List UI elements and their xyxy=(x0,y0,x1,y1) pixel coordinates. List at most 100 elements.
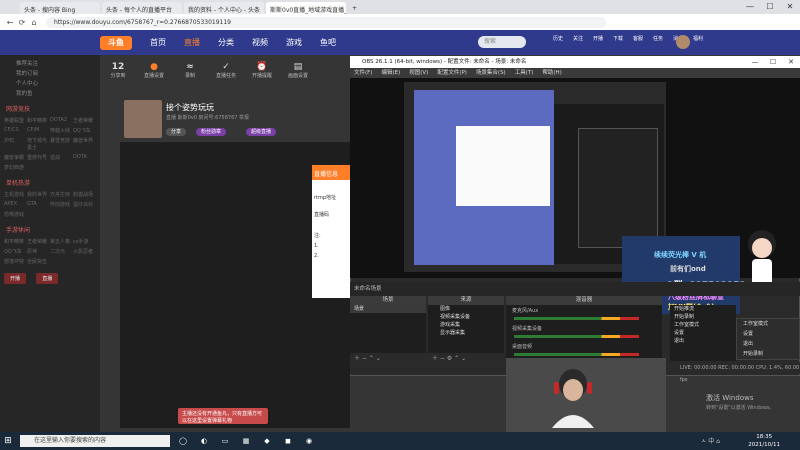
sidebar-category-item[interactable]: 我的世界 xyxy=(27,191,50,198)
nav-video[interactable]: 视频 xyxy=(252,37,268,48)
sidebar-category-item[interactable]: 恐怖游戏 xyxy=(4,211,27,218)
gift-icon[interactable]: 福利 xyxy=(688,35,708,42)
sidebar-category-item[interactable]: 穿越火线 xyxy=(50,127,73,134)
sidebar-category-item[interactable]: 怀旧游戏 xyxy=(50,201,73,208)
obs-menu-tools[interactable]: 工具(T) xyxy=(515,68,534,78)
sidebar-category-item[interactable]: QQ飞车 xyxy=(4,248,27,255)
download-icon[interactable]: 下载 xyxy=(608,35,628,42)
obs-menu-file[interactable]: 文件(F) xyxy=(354,68,372,78)
volume-meter[interactable] xyxy=(514,335,639,338)
sidebar-category-item[interactable]: 原神 xyxy=(27,248,50,255)
sidebar-category-item[interactable]: 全民突击 xyxy=(27,258,50,265)
obs-close-button[interactable]: ✕ xyxy=(782,56,800,68)
source-item[interactable]: 视频采集设备 xyxy=(428,313,504,321)
fan-badge-pill[interactable]: 粉丝勋章 xyxy=(196,128,227,136)
obs-menu-profile[interactable]: 配置文件(P) xyxy=(437,68,467,78)
sidebar-category-item[interactable]: DOTA2 xyxy=(50,117,73,124)
taskbar-clock[interactable]: 18:35 2021/10/11 xyxy=(748,432,780,449)
source-dock-toolbar[interactable]: ＋ − ⚙ ⌃ ⌄ xyxy=(428,353,504,362)
sidebar-live-button[interactable]: 直播 xyxy=(36,273,59,284)
context-menu-item[interactable]: 设置 xyxy=(737,329,799,339)
scene-dock-toolbar[interactable]: ＋ − ⌃ ⌄ xyxy=(350,353,426,362)
tab-live-room[interactable]: 斯斯0v0直播_地域游戏直播_斗鱼 xyxy=(266,2,346,14)
stat-task[interactable]: ✓ 直播任务 xyxy=(208,58,244,96)
app-icon[interactable]: ◆ xyxy=(259,432,275,450)
stat-settings[interactable]: ● 直播设置 xyxy=(136,58,172,96)
home-icon[interactable]: ⌂ xyxy=(28,18,40,27)
site-logo[interactable]: 斗鱼 xyxy=(100,35,132,50)
broadcast-icon[interactable]: 开播 xyxy=(588,35,608,42)
sidebar-category-item[interactable]: 英雄联盟 xyxy=(4,117,27,124)
minimize-button[interactable]: — xyxy=(740,0,760,14)
tab-profile[interactable]: 我的资料 - 个人中心 - 头条 xyxy=(184,2,264,14)
sidebar-category-item[interactable]: 逆战 xyxy=(50,154,73,161)
obs-menu-view[interactable]: 视图(V) xyxy=(409,68,428,78)
system-tray[interactable]: ㅅ 中 ⌂ xyxy=(701,436,720,445)
sidebar-category-item[interactable]: GTA xyxy=(27,201,50,208)
user-avatar[interactable] xyxy=(676,35,690,49)
sidebar-category-item[interactable]: 火影忍者 xyxy=(73,248,96,255)
context-menu-item[interactable]: 退出 xyxy=(737,339,799,349)
sidebar-category-item[interactable]: 王者荣耀 xyxy=(27,238,50,245)
taskbar-search-input[interactable]: 在这里输入你要搜索的内容 xyxy=(20,435,170,447)
stat-display[interactable]: ▤ 画面设置 xyxy=(280,58,316,96)
task-view-icon[interactable]: ◯ xyxy=(175,432,191,450)
new-tab-button[interactable]: + xyxy=(348,2,360,14)
sidebar-item-center[interactable]: 个人中心 xyxy=(0,79,100,89)
scene-item[interactable]: 场景 xyxy=(350,305,426,313)
obs-menu-help[interactable]: 帮助(H) xyxy=(542,68,561,78)
tab-bing[interactable]: 头条 - 搜内容 Bing xyxy=(20,2,100,14)
sidebar-category-item[interactable]: 梦幻西游 xyxy=(4,164,27,171)
sidebar-item-subscribe[interactable]: 我的订阅 xyxy=(0,69,100,79)
history-icon[interactable]: 历史 xyxy=(548,35,568,42)
context-menu-item[interactable]: 工作室模式 xyxy=(737,319,799,329)
maximize-button[interactable]: ☐ xyxy=(760,0,780,14)
sidebar-category-item[interactable]: QQ飞车 xyxy=(73,127,96,134)
site-search-input[interactable]: 搜索 xyxy=(478,36,526,48)
share-pill[interactable]: 分享 xyxy=(166,128,187,136)
sidebar-item-recommend[interactable]: 推荐关注 xyxy=(0,59,100,69)
sidebar-category-item[interactable]: 二次元 xyxy=(50,248,73,255)
tab-douyu-home[interactable]: 头条 - 每个人的直播平台 xyxy=(102,2,182,14)
obs-menu-scene-collection[interactable]: 场景集合(S) xyxy=(476,68,506,78)
obs-minimize-button[interactable]: — xyxy=(746,56,764,68)
start-stream-button[interactable]: 开始推流 xyxy=(670,305,736,313)
nav-home[interactable]: 首页 xyxy=(150,37,166,48)
sidebar-start-button[interactable]: 开播 xyxy=(4,273,27,284)
studio-mode-button[interactable]: 工作室模式 xyxy=(670,321,736,329)
sidebar-category-item[interactable]: 地下城与勇士 xyxy=(27,137,50,151)
sidebar-category-item[interactable]: APEX xyxy=(4,201,27,208)
edge-icon[interactable]: ◐ xyxy=(196,432,212,450)
volume-meter[interactable] xyxy=(514,317,639,320)
context-menu-item[interactable]: 开始录制 xyxy=(737,349,799,359)
sidebar-category-item[interactable]: 蛋仔派对 xyxy=(73,201,96,208)
room-thumbnail[interactable] xyxy=(124,100,162,138)
settings-button[interactable]: 设置 xyxy=(670,329,736,337)
sidebar-category-item[interactable]: 王者荣耀 xyxy=(73,117,96,124)
source-item[interactable]: 图像 xyxy=(428,305,504,313)
sidebar-category-item[interactable]: 主机游戏 xyxy=(4,191,27,198)
sidebar-category-item[interactable]: 魔兽争霸 xyxy=(4,154,27,161)
nav-fishbar[interactable]: 鱼吧 xyxy=(320,37,336,48)
nav-live[interactable]: 直播 xyxy=(184,37,200,48)
sidebar-category-item[interactable]: 第五人格 xyxy=(50,238,73,245)
stat-reminder[interactable]: ⏰ 开播提醒 xyxy=(244,58,280,96)
nav-game[interactable]: 游戏 xyxy=(286,37,302,48)
sidebar-category-item[interactable]: DOTA xyxy=(73,154,96,161)
sidebar-item-fish[interactable]: 我的鱼 xyxy=(0,89,100,99)
sidebar-category-item[interactable]: 方舟生存 xyxy=(50,191,73,198)
stat-share[interactable]: 12 分享到 xyxy=(100,58,136,96)
task-icon[interactable]: 任务 xyxy=(648,35,668,42)
windows-start-icon[interactable]: ⊞ xyxy=(0,432,16,450)
sidebar-category-item[interactable]: 和平精英 xyxy=(27,117,50,124)
super-live-pill[interactable]: 超级直播 xyxy=(246,128,277,136)
store-icon[interactable]: ▦ xyxy=(238,432,254,450)
sidebar-category-item[interactable]: cs手游 xyxy=(73,238,96,245)
sidebar-category-item[interactable]: 和平精英 xyxy=(4,238,27,245)
sidebar-category-item[interactable]: 刺激战场 xyxy=(73,191,96,198)
sidebar-category-item[interactable]: CF/M xyxy=(27,127,50,134)
sidebar-category-item[interactable]: 魔兽世界 xyxy=(73,137,96,151)
nav-category[interactable]: 分类 xyxy=(218,37,234,48)
support-icon[interactable]: 客服 xyxy=(628,35,648,42)
volume-meter[interactable] xyxy=(514,353,639,356)
